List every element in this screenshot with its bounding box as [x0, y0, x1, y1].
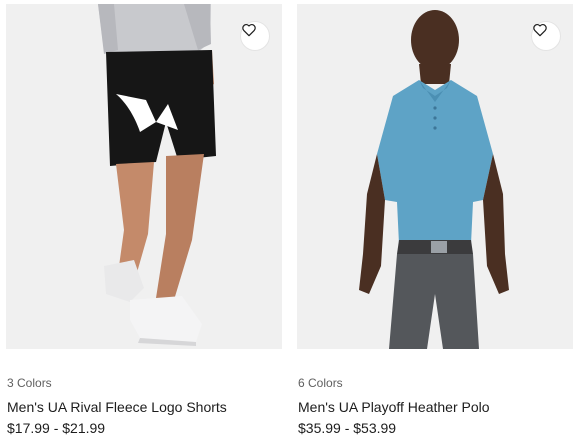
wishlist-button[interactable] — [531, 21, 561, 51]
product-image[interactable] — [297, 4, 573, 349]
product-image[interactable] — [6, 4, 282, 349]
wishlist-button[interactable] — [240, 21, 270, 51]
heart-icon — [533, 23, 547, 37]
color-count: 3 Colors — [7, 376, 52, 390]
product-price: $35.99 - $53.99 — [298, 420, 397, 436]
polo-model-illustration — [297, 4, 573, 349]
shorts-model-illustration — [6, 4, 282, 349]
product-price: $17.99 - $21.99 — [7, 420, 106, 436]
product-name[interactable]: Men's UA Rival Fleece Logo Shorts — [7, 399, 227, 415]
color-count: 6 Colors — [298, 376, 343, 390]
product-grid: 3 Colors Men's UA Rival Fleece Logo Shor… — [0, 0, 579, 441]
product-name[interactable]: Men's UA Playoff Heather Polo — [298, 399, 490, 415]
product-card[interactable]: 3 Colors Men's UA Rival Fleece Logo Shor… — [6, 0, 282, 441]
heart-icon — [242, 23, 256, 37]
product-card[interactable]: 6 Colors Men's UA Playoff Heather Polo $… — [297, 0, 573, 441]
